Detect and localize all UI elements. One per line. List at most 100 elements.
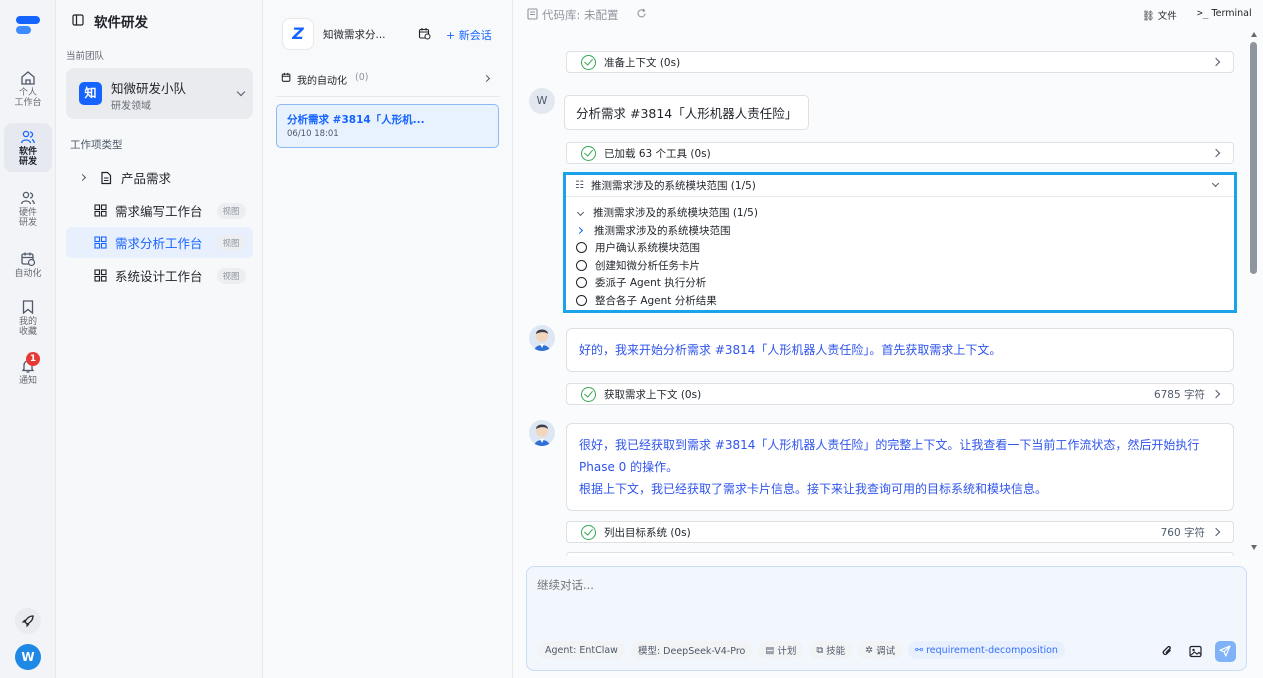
bookmark-icon [22,300,34,315]
chat-input[interactable] [537,577,1235,627]
conversation-panel: Z 知微需求分... + 新会话 我的自动化 (0) 分析需求 #3814「人形… [263,0,513,678]
user-avatar[interactable]: W [15,644,41,670]
chevron-down-icon [576,209,585,217]
skill-tag-chip[interactable]: ⚯ requirement-decomposition [908,641,1065,659]
chevron-right-icon [482,74,491,83]
team-name: 知微研发小队 [111,81,187,96]
send-button[interactable] [1215,641,1236,662]
refresh-icon[interactable] [636,8,647,19]
check-circle-icon [581,145,596,161]
bug-icon: ✲ [865,644,874,656]
scroll-down-arrow[interactable] [1251,545,1257,550]
scroll-up-arrow[interactable] [1251,32,1257,37]
agent-chip[interactable]: Agent: EntClaw [538,641,625,659]
rocket-icon [21,615,34,628]
model-chip[interactable]: 模型: DeepSeek-V4-Pro [630,641,753,659]
home-icon [21,71,35,85]
schedule-icon [281,72,291,82]
view-tag: 视图 [216,234,246,251]
current-team-label: 当前团队 [66,51,105,62]
workbench-req-analysis[interactable]: 需求分析工作台 视图 [66,227,253,258]
agent-name[interactable]: 知微需求分... [323,27,386,42]
notification-count-badge: 1 [26,352,40,366]
plan-item: 用户确认系统模块范围 [576,239,1216,257]
step-get-context[interactable]: 获取需求上下文 (0s) 6785 字符 [566,383,1234,405]
team-logo: 知 [79,82,102,105]
scrollbar-thumb[interactable] [1250,42,1257,274]
checklist-icon: ☷ [575,180,584,191]
work-types-label: 工作项类型 [70,139,123,151]
nav-hardware-rd[interactable]: 硬件 研发 [4,184,52,233]
plan-header[interactable]: ☷ 推测需求涉及的系统模块范围 (1/5) [566,175,1234,197]
workbench-system-design[interactable]: 系统设计工作台 视图 [66,260,253,291]
user-avatar-chat: W [529,88,555,114]
user-message: 分析需求 #3814「人形机器人责任险」 [564,95,810,130]
check-circle-icon [581,386,596,402]
workbench-req-writing[interactable]: 需求编写工作台 视图 [66,195,253,226]
files-icon: ⛓ [1142,11,1155,22]
plan-item: 委派子 Agent 执行分析 [576,274,1216,292]
new-chat-button[interactable]: + 新会话 [446,27,492,43]
next-step-partial [566,552,1234,556]
scrollbar[interactable] [1250,32,1258,554]
pending-circle-icon [576,277,587,289]
terminal-icon: >_ [1197,8,1209,19]
step-list-systems[interactable]: 列出目标系统 (0s) 760 字符 [566,521,1234,543]
pending-circle-icon [576,242,587,254]
send-icon [1219,645,1231,657]
rocket-button[interactable] [15,608,41,634]
repo-icon [527,8,538,20]
team-panel: 软件研发 当前团队 知 知微研发小队 研发领域 工作项类型 产品需求 需求编写工… [56,0,263,678]
work-type-product-req[interactable]: 产品需求 [66,162,253,193]
calendar-clock-icon [21,252,36,267]
nav-favorites[interactable]: 我的 收藏 [4,293,52,342]
chevron-right-icon [78,173,87,182]
nav-rail: 个人 工作台 软件 研发 硬件 研发 自动化 我的 收藏 通知 1 W [0,0,56,678]
attach-icon[interactable] [1161,645,1174,658]
team-icon [20,130,35,144]
step-tools-loaded[interactable]: 已加载 63 个工具 (0s) [566,142,1234,164]
skills-chip[interactable]: ⧉ 技能 [809,641,853,659]
plan-chip[interactable]: ▤ 计划 [758,641,804,659]
grid-icon [94,236,107,249]
agent-logo: Z [282,18,314,50]
debug-chip[interactable]: ✲ 调试 [858,641,903,659]
chevron-down-icon [236,87,246,97]
check-circle-icon [581,524,596,540]
schedule-icon[interactable] [418,27,431,40]
assistant-avatar [529,420,555,446]
plan-panel[interactable]: ☷ 推测需求涉及的系统模块范围 (1/5) 推测需求涉及的系统模块范围 (1/5… [563,172,1237,313]
session-item[interactable]: 分析需求 #3814「人形机... 06/10 18:01 [276,104,499,148]
session-time: 06/10 18:01 [287,129,339,139]
assistant-message: 好的，我来开始分析需求 #3814「人形机器人责任险」。首先获取需求上下文。 [566,328,1234,372]
chevron-right-icon [1211,389,1221,399]
app-logo[interactable] [16,16,40,38]
sidebar-toggle-icon[interactable] [72,14,84,26]
plan-group-row[interactable]: 推测需求涉及的系统模块范围 (1/5) [576,204,1216,222]
image-icon[interactable] [1189,645,1202,658]
team-selector[interactable]: 知 知微研发小队 研发领域 [66,68,253,119]
pending-circle-icon [576,294,587,306]
step-prepare-context[interactable]: 准备上下文 (0s) [566,51,1234,73]
automation-row[interactable]: 我的自动化 (0) [281,70,493,88]
check-circle-icon [581,54,596,70]
plan-icon: ▤ [765,644,775,656]
view-tag: 视图 [216,202,246,219]
nav-software-rd[interactable]: 软件 研发 [4,123,52,172]
chevron-right-icon [1211,527,1221,537]
files-button[interactable]: ⛓ 文件 [1142,8,1177,22]
pending-circle-icon [576,259,587,271]
document-icon [101,171,112,184]
terminal-button[interactable]: >_ Terminal [1197,8,1252,19]
nav-automation[interactable]: 自动化 [4,245,52,284]
skills-icon: ⧉ [816,644,824,656]
team-icon [20,191,35,205]
grid-icon [94,269,107,282]
repo-status: 代码库: 未配置 [542,8,619,22]
team-domain: 研发领域 [111,101,151,112]
chevron-right-icon [1211,57,1221,67]
assistant-avatar [529,325,555,351]
nav-personal-workbench[interactable]: 个人 工作台 [4,64,52,113]
plan-item-current: 推测需求涉及的系统模块范围 [575,222,1216,240]
link-icon: ⚯ [915,644,924,656]
